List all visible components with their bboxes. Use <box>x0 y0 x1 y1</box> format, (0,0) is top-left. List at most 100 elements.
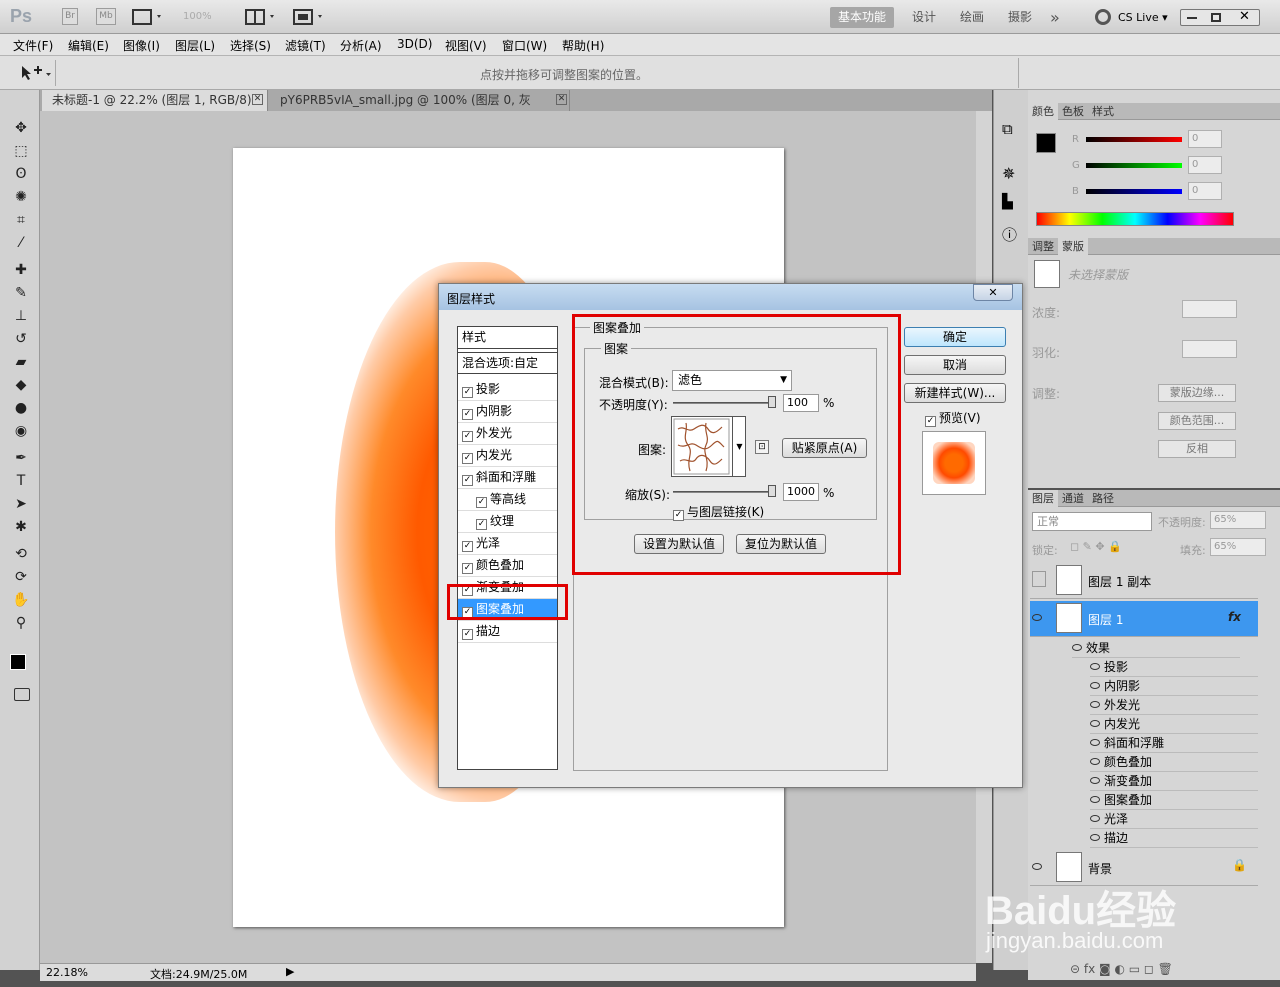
lock-icons[interactable]: ◻ ✎ ✥ 🔒 <box>1070 540 1122 553</box>
channel-b-value[interactable]: 0 <box>1188 182 1222 200</box>
dialog-close-button[interactable]: ✕ <box>973 284 1013 301</box>
workspace-painting[interactable]: 绘画 <box>952 7 992 28</box>
cs-live-menu[interactable]: CS Live ▾ <box>1118 11 1168 24</box>
feather-value[interactable] <box>1182 340 1237 358</box>
style-item[interactable]: ✓ 等高线 <box>458 489 557 511</box>
menu-edit[interactable]: 编辑(E) <box>68 37 109 54</box>
style-item[interactable]: ✓ 纹理 <box>458 511 557 533</box>
menu-help[interactable]: 帮助(H) <box>562 37 604 54</box>
workspace-essentials[interactable]: 基本功能 <box>830 7 895 28</box>
fx-icon[interactable]: fx <box>1228 610 1241 624</box>
layers-footer-icons[interactable]: ⊝ fx ◙ ◐ ▭ ◻ 🗑 <box>1070 962 1173 976</box>
visibility-toggle[interactable] <box>1032 571 1046 587</box>
restore-icon[interactable] <box>1211 13 1221 22</box>
effect-row[interactable]: 描边 <box>1090 829 1258 848</box>
3d-rotate-tool-icon[interactable]: ⟲ <box>10 544 32 564</box>
effect-row[interactable]: 图案叠加 <box>1090 791 1258 810</box>
crop-tool-icon[interactable]: ⌗ <box>10 210 32 230</box>
style-checkbox[interactable]: ✓ <box>462 629 473 640</box>
pen-tool-icon[interactable]: ✒ <box>10 448 32 468</box>
ok-button[interactable]: 确定 <box>904 327 1006 347</box>
type-tool-icon[interactable]: T <box>10 471 32 491</box>
tab-layers[interactable]: 图层 <box>1028 490 1058 507</box>
move-tool-icon[interactable]: ✥ <box>10 118 32 138</box>
path-select-tool-icon[interactable]: ➤ <box>10 494 32 514</box>
layer-opacity-value[interactable]: 65% <box>1210 511 1266 529</box>
eye-icon[interactable] <box>1032 611 1046 625</box>
menu-analysis[interactable]: 分析(A) <box>340 37 382 54</box>
effect-row[interactable]: 投影 <box>1090 658 1258 677</box>
histogram-panel-icon[interactable]: ▙ <box>1002 194 1013 210</box>
channel-b-slider[interactable] <box>1086 189 1182 194</box>
menu-image[interactable]: 图像(I) <box>123 37 160 54</box>
style-checkbox[interactable]: ✓ <box>462 563 473 574</box>
style-checkbox[interactable]: ✓ <box>462 387 473 398</box>
menu-file[interactable]: 文件(F) <box>13 37 53 54</box>
effect-row[interactable]: 光泽 <box>1090 810 1258 829</box>
effect-row[interactable]: 内阴影 <box>1090 677 1258 696</box>
clone-stamp-tool-icon[interactable]: ⊥ <box>10 306 32 326</box>
effect-row[interactable]: 渐变叠加 <box>1090 772 1258 791</box>
mini-bridge-button[interactable]: Mb <box>96 8 116 25</box>
style-checkbox[interactable]: ✓ <box>462 475 473 486</box>
workspace-photography[interactable]: 摄影 <box>1000 7 1040 28</box>
bridge-button[interactable]: Br <box>62 8 78 25</box>
menu-view[interactable]: 视图(V) <box>445 37 487 54</box>
workspace-design[interactable]: 设计 <box>904 7 944 28</box>
style-item[interactable]: ✓ 外发光 <box>458 423 557 445</box>
status-menu-arrow-icon[interactable]: ▶ <box>286 965 294 978</box>
channel-g-value[interactable]: 0 <box>1188 156 1222 174</box>
preview-checkbox[interactable]: ✓ 预览(V) <box>925 409 981 427</box>
style-item[interactable]: ✓ 颜色叠加 <box>458 555 557 577</box>
more-workspaces-button[interactable]: » <box>1042 7 1068 28</box>
color-ramp[interactable] <box>1036 212 1234 226</box>
dodge-tool-icon[interactable]: ◉ <box>10 421 32 441</box>
lasso-tool-icon[interactable]: ʘ <box>10 164 32 184</box>
tab-adjustments[interactable]: 调整 <box>1028 238 1058 255</box>
eye-icon[interactable] <box>1032 860 1046 874</box>
styles-header[interactable]: 样式 <box>458 327 557 349</box>
zoom-level-select[interactable]: 100% <box>183 11 212 22</box>
blend-options-item[interactable]: 混合选项:自定 <box>458 352 557 374</box>
layer-row-copy[interactable]: 图层 1 副本 <box>1030 563 1258 599</box>
style-checkbox[interactable]: ✓ <box>462 541 473 552</box>
status-doc-size[interactable]: 文档:24.9M/25.0M <box>150 966 247 982</box>
quick-select-tool-icon[interactable]: ✺ <box>10 187 32 207</box>
eraser-tool-icon[interactable]: ▰ <box>10 352 32 372</box>
info-panel-icon[interactable]: ⓘ <box>1002 224 1017 245</box>
tab-channels[interactable]: 通道 <box>1058 490 1088 507</box>
tab-masks[interactable]: 蒙版 <box>1058 238 1088 255</box>
menu-select[interactable]: 选择(S) <box>230 37 271 54</box>
tool-preset-picker[interactable] <box>8 60 56 86</box>
style-checkbox[interactable]: ✓ <box>462 453 473 464</box>
screen-mode-icon[interactable] <box>293 9 327 25</box>
cancel-button[interactable]: 取消 <box>904 355 1006 375</box>
density-value[interactable] <box>1182 300 1237 318</box>
minimize-icon[interactable] <box>1187 17 1197 19</box>
effect-row[interactable]: 斜面和浮雕 <box>1090 734 1258 753</box>
status-zoom[interactable]: 22.18% <box>46 966 88 979</box>
menu-layer[interactable]: 图层(L) <box>175 37 215 54</box>
channel-r-value[interactable]: 0 <box>1188 130 1222 148</box>
menu-3d[interactable]: 3D(D) <box>397 37 432 51</box>
layer-fill-value[interactable]: 65% <box>1210 538 1266 556</box>
effects-header[interactable]: 效果 <box>1072 639 1240 658</box>
new-style-button[interactable]: 新建样式(W)... <box>904 383 1006 403</box>
doc-tab-untitled[interactable]: 未标题-1 @ 22.2% (图层 1, RGB/8) * ✕ <box>42 90 268 128</box>
dialog-titlebar[interactable]: 图层样式 ✕ <box>439 284 1022 310</box>
close-icon[interactable]: ✕ <box>1239 9 1250 24</box>
tab-color[interactable]: 颜色 <box>1028 103 1058 120</box>
tab-paths[interactable]: 路径 <box>1088 490 1118 507</box>
menu-filter[interactable]: 滤镜(T) <box>285 37 326 54</box>
style-item[interactable]: ✓ 内发光 <box>458 445 557 467</box>
eyedropper-tool-icon[interactable]: ⁄ <box>10 233 32 253</box>
close-tab-icon[interactable]: ✕ <box>556 94 567 105</box>
tab-swatches[interactable]: 色板 <box>1058 103 1088 120</box>
style-checkbox[interactable]: ✓ <box>462 431 473 442</box>
effect-row[interactable]: 颜色叠加 <box>1090 753 1258 772</box>
style-checkbox[interactable]: ✓ <box>476 497 487 508</box>
blend-mode-select[interactable]: 正常 <box>1032 512 1152 531</box>
close-tab-icon[interactable]: ✕ <box>252 94 263 105</box>
blur-tool-icon[interactable]: ● <box>10 398 32 418</box>
effect-row[interactable]: 内发光 <box>1090 715 1258 734</box>
